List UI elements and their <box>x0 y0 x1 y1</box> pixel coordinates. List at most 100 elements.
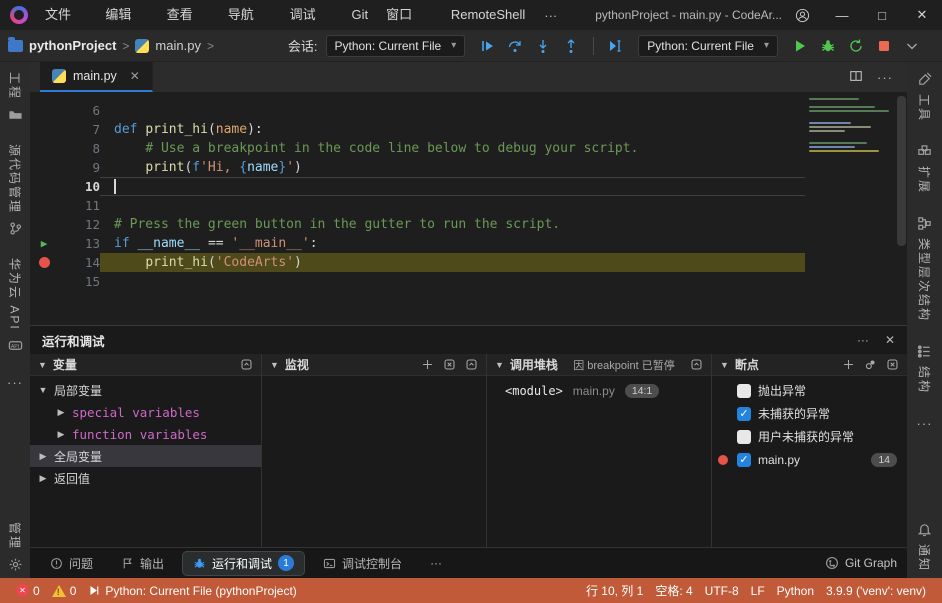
gutter-breakpoint-icon[interactable] <box>30 257 58 268</box>
more-icon[interactable]: ··· <box>857 333 869 347</box>
sidebar-item-工具[interactable]: 工具 <box>916 72 933 122</box>
status-error[interactable]: ✕0 <box>10 584 46 598</box>
restart-button[interactable] <box>844 34 868 58</box>
run-arrow-icon[interactable]: ▶ <box>30 234 58 253</box>
step-out-button[interactable] <box>559 34 583 58</box>
status-item-1[interactable]: 空格: 4 <box>649 582 698 599</box>
close-button[interactable]: ✕ <box>902 0 942 30</box>
menu-item-6[interactable]: 窗口(W) <box>377 0 442 30</box>
add-icon[interactable] <box>421 358 434 371</box>
menu-item-4[interactable]: 调试(D) <box>281 0 343 30</box>
variable-row[interactable]: ▶special variables <box>30 401 261 423</box>
menu-item-3[interactable]: 导航(N) <box>219 0 281 30</box>
open-panel-icon[interactable] <box>240 358 253 371</box>
status-item-2[interactable]: UTF-8 <box>699 582 745 599</box>
variable-row[interactable]: ▶返回值 <box>30 467 261 489</box>
menu-item-1[interactable]: 编辑(E) <box>96 0 157 30</box>
sidebar-item-···[interactable]: ··· <box>7 375 23 390</box>
close-icon[interactable]: ✕ <box>885 333 895 347</box>
sidebar-item-类型层次结构[interactable]: 类型层次结构 <box>916 216 933 322</box>
clear-icon[interactable] <box>886 358 899 371</box>
variable-row[interactable]: ▼局部变量 <box>30 379 261 401</box>
session-select[interactable]: Python: Current File ▾ <box>326 35 466 57</box>
status-item-5[interactable]: 3.9.9 ('venv': venv) <box>820 582 932 599</box>
panel-tab-输出[interactable]: 输出 <box>111 552 174 575</box>
stop-button[interactable] <box>872 34 896 58</box>
menu-item-7[interactable]: RemoteShell <box>442 0 534 30</box>
minimap[interactable] <box>809 98 893 158</box>
sidebar-item-管理[interactable]: 管理 <box>7 522 24 572</box>
breakpoint-row[interactable]: 用户未捕获的异常 <box>712 425 907 448</box>
tab-main-py[interactable]: main.py ✕ <box>40 62 153 92</box>
breakpoint-icon[interactable] <box>39 257 50 268</box>
split-icon[interactable] <box>849 69 863 86</box>
more-icon[interactable]: ··· <box>917 416 933 431</box>
breakpoints-section-header[interactable]: ▼ 断点 <box>712 354 907 376</box>
chevron-down-button[interactable] <box>900 34 924 58</box>
more-icon[interactable]: ··· <box>877 70 893 85</box>
stack-frame-row[interactable]: <module> main.py 14:1 <box>487 379 711 403</box>
panel-tab-···[interactable]: ··· <box>420 553 452 573</box>
breakpoint-checkbox[interactable] <box>737 430 751 444</box>
menu-overflow-button[interactable]: ··· <box>534 8 567 23</box>
minimize-button[interactable]: — <box>822 0 862 30</box>
tree-arrow-icon[interactable]: ▼ <box>38 385 48 395</box>
callstack-section-header[interactable]: ▼ 调用堆栈 因 breakpoint 已暂停 <box>487 354 711 376</box>
add-icon[interactable] <box>842 358 855 371</box>
run-button[interactable] <box>788 34 812 58</box>
tree-arrow-icon[interactable]: ▶ <box>56 429 66 440</box>
panel-tab-调试控制台[interactable]: 调试控制台 <box>313 552 412 575</box>
sidebar-item-···[interactable]: ··· <box>917 416 933 431</box>
editor-scrollbar[interactable] <box>896 92 907 325</box>
status-item-3[interactable]: LF <box>745 582 771 599</box>
sidebar-item-扩展[interactable]: 扩展 <box>916 144 933 194</box>
variable-row[interactable]: ▶function variables <box>30 423 261 445</box>
open-panel-icon[interactable] <box>690 358 703 371</box>
breakpoint-row[interactable]: 抛出异常 <box>712 379 907 402</box>
tree-arrow-icon[interactable]: ▶ <box>38 473 48 484</box>
breadcrumb-file[interactable]: main.py <box>155 38 201 53</box>
more-icon[interactable]: ··· <box>7 375 23 390</box>
code-editor[interactable]: 67def print_hi(name):8 # Use a breakpoin… <box>30 92 907 325</box>
launch-config-select[interactable]: Python: Current File ▾ <box>638 35 778 57</box>
status-debug-config[interactable]: Python: Current File (pythonProject) <box>82 584 302 598</box>
status-item-0[interactable]: 行 10, 列 1 <box>580 582 649 599</box>
sidebar-item-通知[interactable]: 通知 <box>916 522 933 572</box>
status-warning[interactable]: 0 <box>46 584 83 598</box>
continue-button[interactable] <box>475 34 499 58</box>
step-over-button[interactable] <box>503 34 527 58</box>
breakpoint-row[interactable]: main.py14 <box>712 448 907 471</box>
tools-icon <box>917 72 932 87</box>
toggle-breakpoints-icon[interactable] <box>864 358 877 371</box>
variables-section-header[interactable]: ▼ 变量 <box>30 354 261 376</box>
breakpoint-checkbox[interactable] <box>737 407 751 421</box>
menu-item-2[interactable]: 查看(V) <box>158 0 219 30</box>
menu-item-0[interactable]: 文件(F) <box>36 0 96 30</box>
git-graph-button[interactable]: Git Graph <box>825 556 897 570</box>
sidebar-item-结构[interactable]: 结构 <box>916 344 933 394</box>
variable-row[interactable]: ▶全局变量 <box>30 445 261 467</box>
watch-section-header[interactable]: ▼ 监视 <box>262 354 486 376</box>
debug-bug-button[interactable] <box>816 34 840 58</box>
open-panel-icon[interactable] <box>465 358 478 371</box>
status-item-4[interactable]: Python <box>771 582 820 599</box>
breakpoint-checkbox[interactable] <box>737 453 751 467</box>
run-to-cursor-button[interactable] <box>604 34 628 58</box>
clear-icon[interactable] <box>443 358 456 371</box>
panel-tab-运行和调试[interactable]: 运行和调试1 <box>182 551 305 576</box>
sidebar-item-源代码管理[interactable]: 源代码管理 <box>7 144 24 236</box>
breadcrumb-project[interactable]: pythonProject <box>29 38 116 53</box>
panel-tab-问题[interactable]: 问题 <box>40 552 103 575</box>
menu-item-5[interactable]: Git <box>342 0 377 30</box>
tree-arrow-icon[interactable]: ▶ <box>38 451 48 462</box>
tree-arrow-icon[interactable]: ▶ <box>56 407 66 418</box>
step-into-button[interactable] <box>531 34 555 58</box>
sidebar-item-工程[interactable]: 工程 <box>7 72 24 122</box>
breakpoint-row[interactable]: 未捕获的异常 <box>712 402 907 425</box>
line-content: # Press the green button in the gutter t… <box>100 215 805 234</box>
maximize-button[interactable]: □ <box>862 0 902 30</box>
close-icon[interactable]: ✕ <box>130 69 140 83</box>
breakpoint-checkbox[interactable] <box>737 384 751 398</box>
sidebar-item-华为云API[interactable]: 华为云 APIAPI <box>7 258 24 353</box>
account-icon[interactable] <box>782 0 822 30</box>
